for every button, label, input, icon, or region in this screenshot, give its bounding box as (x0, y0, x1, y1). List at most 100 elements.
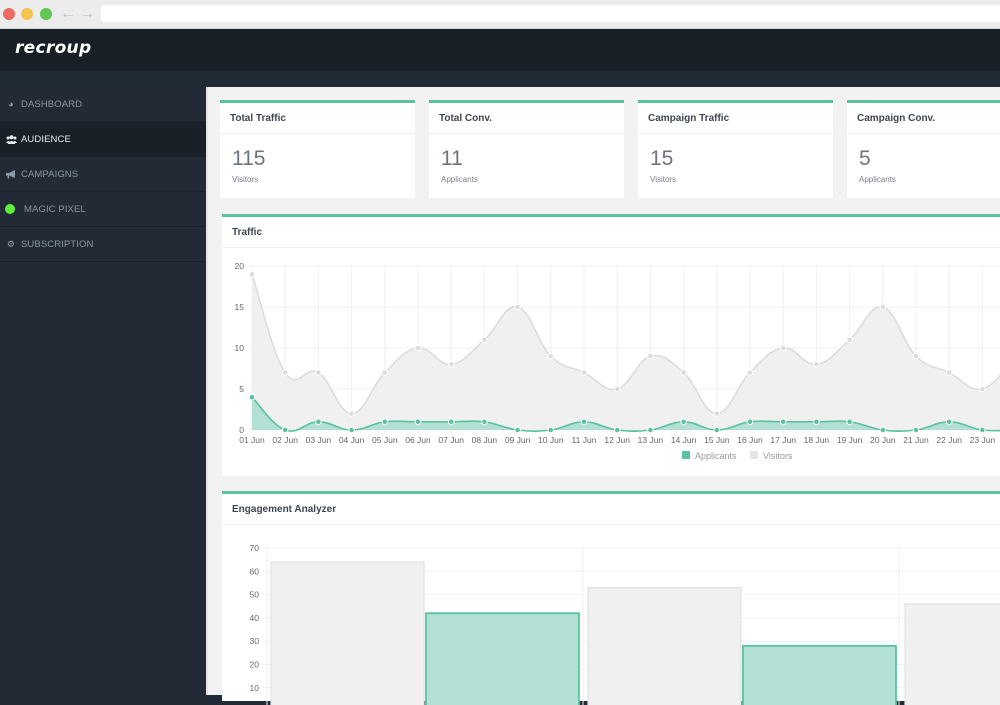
y-tick-label: 20 (235, 261, 245, 271)
x-tick-label: 04 Jun (339, 435, 365, 445)
data-point-applicants (547, 426, 555, 434)
app-header: recroup (0, 29, 1000, 71)
bar-applicants (425, 612, 580, 705)
address-bar[interactable] (101, 5, 1000, 22)
y-tick-label: 0 (239, 425, 244, 435)
series-area-visitors (252, 274, 1000, 430)
stat-title: Campaign Traffic (638, 103, 833, 134)
stat-card-campaign-traffic: Campaign Traffic 15 Visitors (638, 100, 833, 198)
data-point-applicants (813, 418, 820, 426)
stat-unit: Applicants (441, 175, 478, 184)
panel-title: Engagement Analyzer (222, 494, 1000, 525)
legend-swatch-visitors (750, 451, 758, 459)
x-tick-label: 06 Jun (405, 435, 431, 445)
data-point-visitors (979, 385, 986, 393)
stat-unit: Visitors (232, 175, 259, 184)
bar-applicants (742, 644, 897, 705)
x-tick-label: 03 Jun (306, 435, 332, 445)
y-tick-label: 10 (235, 343, 245, 353)
data-point-applicants (580, 418, 588, 426)
data-point-applicants (879, 426, 887, 434)
panel-title: Traffic (222, 217, 1000, 248)
y-tick-label: 10 (250, 683, 260, 693)
data-point-visitors (647, 352, 654, 360)
data-point-visitors (713, 410, 721, 417)
data-point-visitors (746, 369, 754, 376)
window-minimize-button[interactable] (21, 8, 33, 20)
x-tick-label: 18 Jun (804, 435, 830, 445)
sidebar-item-label: CAMPAIGNS (21, 168, 79, 180)
data-point-applicants (713, 426, 721, 434)
traffic-chart: 0 5 10 15 20 01 Jun 02 Jun 03 Jun 04 Jun 05 Jun 06… (235, 261, 1000, 461)
data-point-visitors (680, 369, 687, 376)
data-point-applicants (680, 418, 687, 426)
engagement-chart: 10 20 30 40 50 60 70 (250, 543, 1000, 705)
legend-label-visitors: Visitors (763, 451, 793, 461)
x-tick-label: 20 Jun (870, 435, 896, 445)
sidebar-item-label: SUBSCRIPTION (21, 238, 94, 250)
data-point-visitors (381, 369, 389, 376)
data-point-applicants (912, 426, 920, 434)
window-close-button[interactable] (3, 8, 15, 20)
legend-swatch-applicants (682, 451, 690, 459)
x-tick-label: 15 Jun (704, 435, 730, 445)
sidebar-item-label: AUDIENCE (21, 133, 71, 145)
x-tick-label: 07 Jun (438, 435, 464, 445)
data-point-applicants (381, 418, 389, 426)
y-tick-label: 50 (250, 590, 260, 600)
y-tick-label: 30 (250, 636, 260, 646)
legend-label-applicants: Applicants (695, 451, 737, 461)
y-tick-label: 20 (250, 660, 260, 670)
data-point-applicants (414, 418, 422, 426)
window-maximize-button[interactable] (40, 8, 52, 20)
x-tick-label: 08 Jun (472, 435, 498, 445)
data-point-visitors (514, 303, 521, 311)
sidebar-item-audience[interactable]: AUDIENCE (0, 122, 206, 157)
data-point-visitors (912, 352, 920, 360)
data-point-applicants (514, 426, 521, 434)
sidebar-item-magic-pixel[interactable]: MAGIC PIXEL (0, 192, 206, 227)
gear-icon: ⚙ (6, 238, 16, 249)
status-dot-icon (5, 204, 15, 214)
stat-value: 15 (650, 147, 674, 170)
y-tick-label: 40 (250, 613, 260, 623)
data-point-visitors (879, 303, 887, 311)
stat-title: Total Traffic (220, 103, 415, 134)
data-point-applicants (281, 426, 289, 434)
data-point-visitors (945, 369, 953, 376)
x-tick-label: 22 Jun (936, 435, 962, 445)
stat-unit: Visitors (650, 175, 677, 184)
data-point-applicants (348, 426, 355, 434)
data-point-applicants (248, 393, 256, 401)
stat-title: Campaign Conv. (847, 103, 1000, 134)
sidebar-item-subscription[interactable]: ⚙ SUBSCRIPTION (0, 227, 206, 262)
data-point-visitors (447, 361, 455, 368)
y-tick-label: 5 (239, 384, 244, 394)
back-arrow-icon[interactable]: ← (60, 4, 76, 24)
x-tick-label: 01 Jun (239, 435, 265, 445)
bar-visitors (587, 587, 742, 705)
x-tick-label: 12 Jun (604, 435, 630, 445)
stat-unit: Applicants (859, 175, 896, 184)
users-icon (5, 133, 17, 145)
data-point-visitors (813, 361, 820, 368)
x-tick-label: 16 Jun (737, 435, 763, 445)
data-point-visitors (846, 336, 853, 344)
dashboard-icon: ◕ (8, 99, 14, 109)
app-logo[interactable]: recroup (15, 38, 91, 58)
data-point-applicants (945, 418, 953, 426)
stat-title: Total Conv. (429, 103, 624, 134)
sidebar-item-campaigns[interactable]: CAMPAIGNS (0, 157, 206, 192)
bar-visitors (904, 603, 1000, 705)
x-tick-label: 17 Jun (770, 435, 796, 445)
sidebar-item-dashboard[interactable]: ◕ DASHBOARD (0, 87, 206, 122)
data-point-visitors (315, 369, 322, 376)
y-tick-label: 70 (250, 543, 260, 553)
x-tick-label: 09 Jun (505, 435, 531, 445)
main-content: Total Traffic 11 5 Visitors Total Conv. 1… (206, 87, 1000, 705)
data-point-applicants (779, 418, 787, 426)
stat-value: 11 (441, 147, 463, 170)
forward-arrow-icon[interactable]: → (79, 4, 95, 24)
data-point-applicants (613, 426, 621, 434)
sidebar-item-label: MAGIC PIXEL (24, 203, 86, 215)
